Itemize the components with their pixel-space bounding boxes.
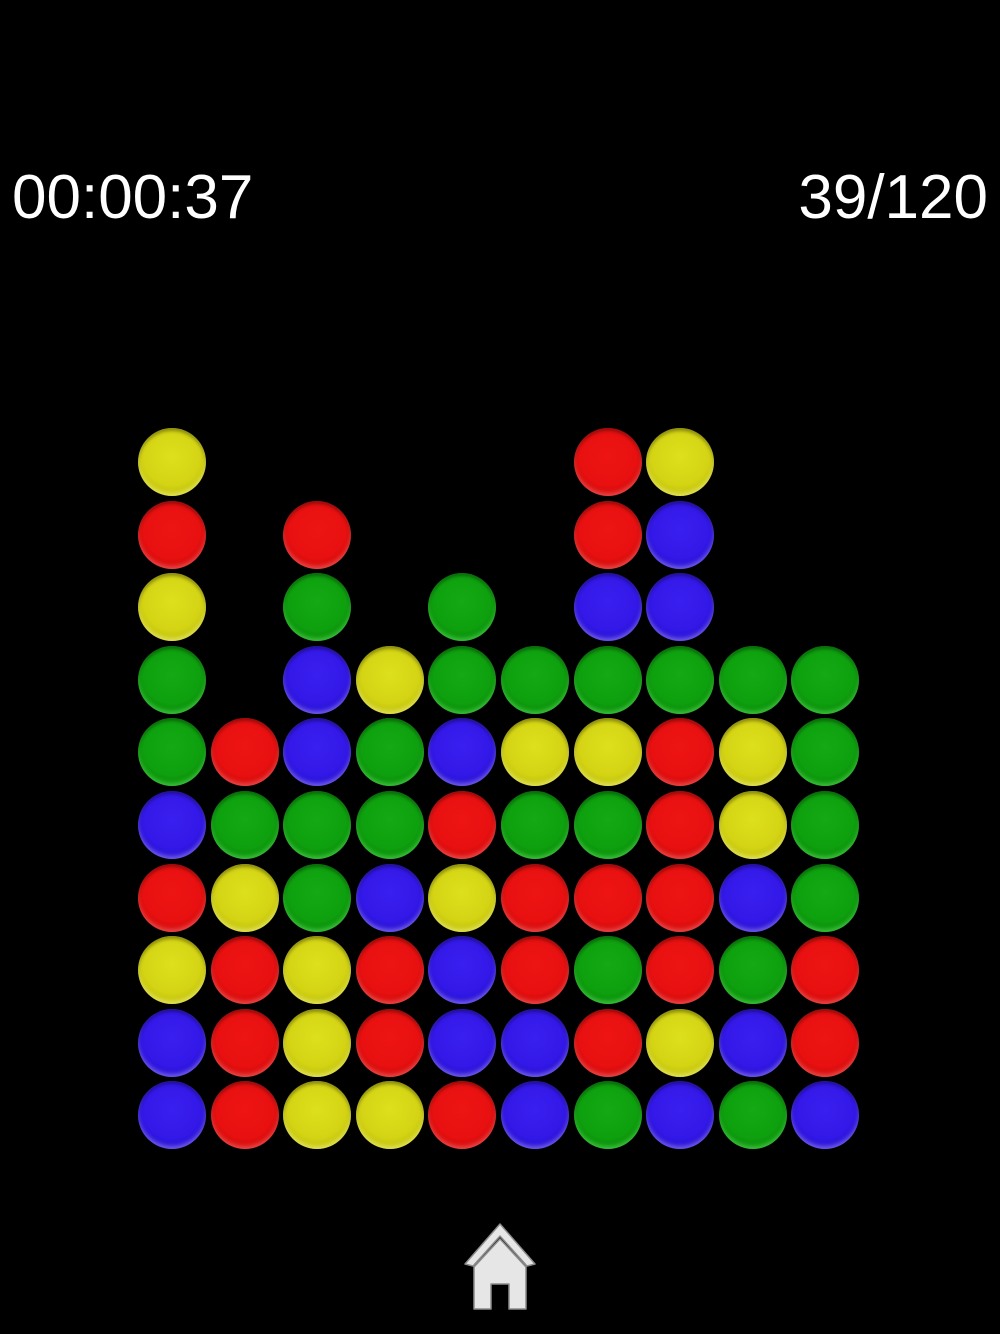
blue-ball[interactable] [138,1081,206,1149]
red-ball[interactable] [646,718,714,786]
blue-ball[interactable] [646,573,714,641]
blue-ball[interactable] [646,1081,714,1149]
blue-ball[interactable] [501,1081,569,1149]
green-ball[interactable] [791,718,859,786]
green-ball[interactable] [428,573,496,641]
yellow-ball[interactable] [138,573,206,641]
green-ball[interactable] [719,1081,787,1149]
blue-ball[interactable] [574,573,642,641]
home-button[interactable] [462,1220,538,1314]
yellow-ball[interactable] [719,791,787,859]
red-ball[interactable] [646,791,714,859]
red-ball[interactable] [211,1081,279,1149]
green-ball[interactable] [356,718,424,786]
red-ball[interactable] [138,501,206,569]
red-ball[interactable] [574,428,642,496]
green-ball[interactable] [501,646,569,714]
red-ball[interactable] [356,936,424,1004]
red-ball[interactable] [211,718,279,786]
blue-ball[interactable] [138,791,206,859]
yellow-ball[interactable] [138,936,206,1004]
yellow-ball[interactable] [283,936,351,1004]
home-icon [464,1223,536,1310]
red-ball[interactable] [501,936,569,1004]
yellow-ball[interactable] [646,1009,714,1077]
yellow-ball[interactable] [356,1081,424,1149]
red-ball[interactable] [428,791,496,859]
blue-ball[interactable] [719,1009,787,1077]
blue-ball[interactable] [356,864,424,932]
blue-ball[interactable] [791,1081,859,1149]
blue-ball[interactable] [428,936,496,1004]
yellow-ball[interactable] [719,718,787,786]
blue-ball[interactable] [283,646,351,714]
red-ball[interactable] [646,864,714,932]
yellow-ball[interactable] [646,428,714,496]
red-ball[interactable] [574,1009,642,1077]
yellow-ball[interactable] [211,864,279,932]
red-ball[interactable] [211,936,279,1004]
red-ball[interactable] [283,501,351,569]
green-ball[interactable] [574,1081,642,1149]
green-ball[interactable] [211,791,279,859]
green-ball[interactable] [719,646,787,714]
yellow-ball[interactable] [138,428,206,496]
green-ball[interactable] [574,936,642,1004]
yellow-ball[interactable] [428,864,496,932]
yellow-ball[interactable] [283,1009,351,1077]
red-ball[interactable] [428,1081,496,1149]
blue-ball[interactable] [283,718,351,786]
red-ball[interactable] [791,1009,859,1077]
score-display: 39/120 [798,163,988,232]
red-ball[interactable] [646,936,714,1004]
green-ball[interactable] [574,646,642,714]
green-ball[interactable] [283,573,351,641]
red-ball[interactable] [791,936,859,1004]
red-ball[interactable] [211,1009,279,1077]
green-ball[interactable] [283,791,351,859]
red-ball[interactable] [138,864,206,932]
green-ball[interactable] [791,646,859,714]
blue-ball[interactable] [138,1009,206,1077]
blue-ball[interactable] [719,864,787,932]
green-ball[interactable] [428,646,496,714]
red-ball[interactable] [356,1009,424,1077]
red-ball[interactable] [574,864,642,932]
blue-ball[interactable] [646,501,714,569]
green-ball[interactable] [791,791,859,859]
red-ball[interactable] [501,864,569,932]
blue-ball[interactable] [428,718,496,786]
green-ball[interactable] [356,791,424,859]
timer-display: 00:00:37 [12,163,254,232]
blue-ball[interactable] [428,1009,496,1077]
green-ball[interactable] [791,864,859,932]
yellow-ball[interactable] [574,718,642,786]
yellow-ball[interactable] [501,718,569,786]
green-ball[interactable] [501,791,569,859]
green-ball[interactable] [138,718,206,786]
yellow-ball[interactable] [283,1081,351,1149]
red-ball[interactable] [574,501,642,569]
blue-ball[interactable] [501,1009,569,1077]
game-board[interactable] [138,428,864,1154]
green-ball[interactable] [646,646,714,714]
green-ball[interactable] [138,646,206,714]
green-ball[interactable] [574,791,642,859]
yellow-ball[interactable] [356,646,424,714]
green-ball[interactable] [283,864,351,932]
green-ball[interactable] [719,936,787,1004]
